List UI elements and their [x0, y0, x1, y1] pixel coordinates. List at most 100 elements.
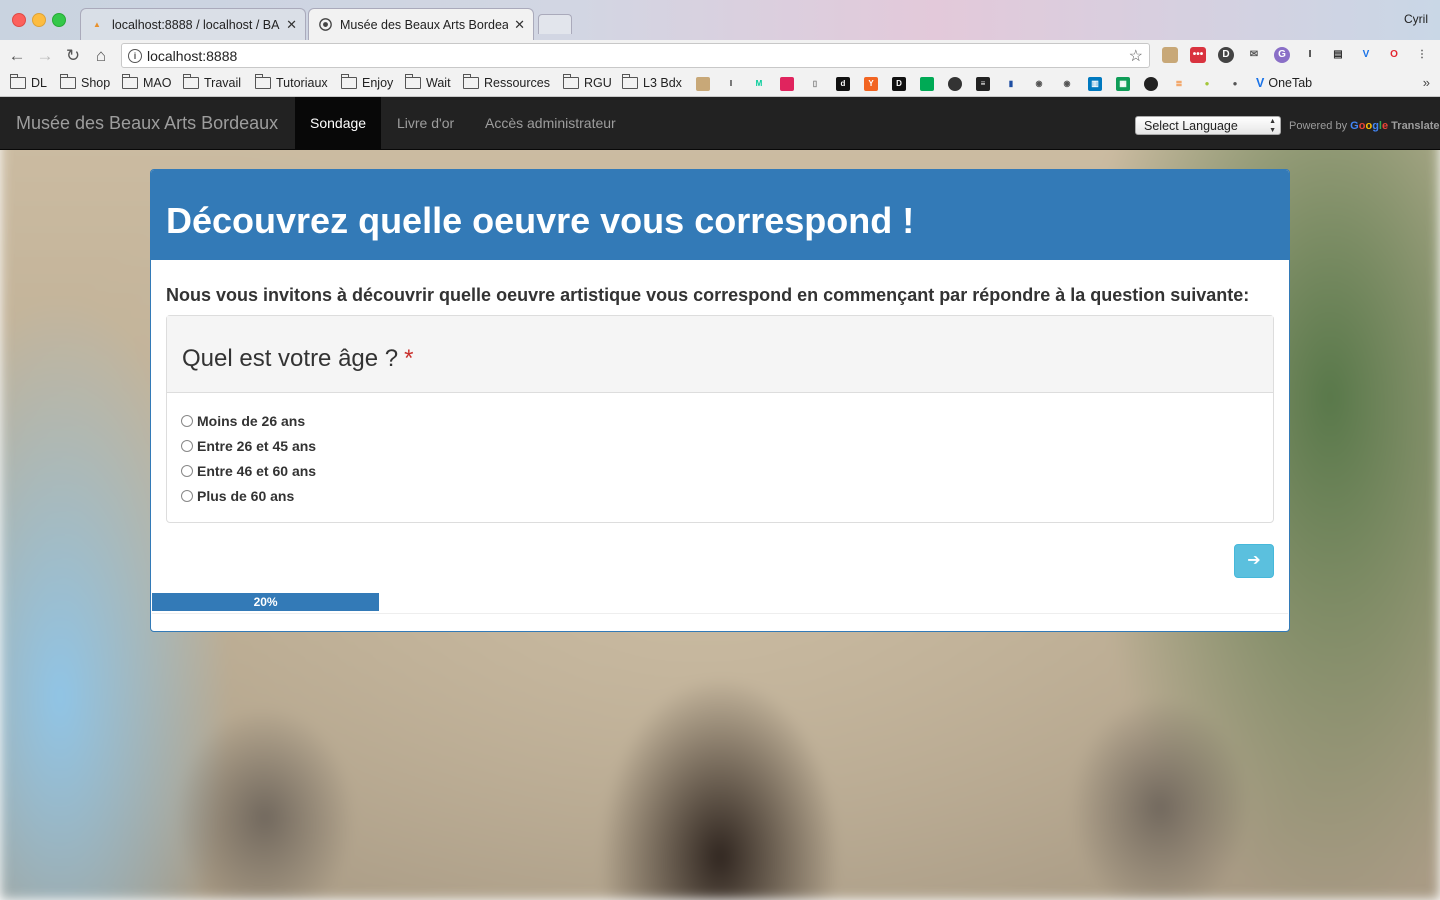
nav-livre-dor[interactable]: Livre d'or — [397, 97, 454, 149]
mail-icon[interactable]: ✉ — [1246, 47, 1262, 63]
bookmarks-overflow-icon[interactable]: » — [1423, 75, 1430, 90]
google-logo: Google — [1350, 120, 1389, 132]
bookmark-trello-icon[interactable]: ▥ — [1088, 77, 1102, 91]
bookmark-label: MAO — [143, 76, 172, 90]
site-brand[interactable]: Musée des Beaux Arts Bordeaux — [16, 113, 278, 134]
radio-button[interactable] — [181, 464, 193, 477]
bookmark-star-icon[interactable]: ☆ — [1129, 46, 1143, 66]
next-button[interactable]: ➔ — [1234, 544, 1274, 578]
maximize-window-button[interactable] — [52, 13, 66, 27]
bookmark-label: Tutoriaux — [276, 76, 328, 90]
bookmark-apple-icon[interactable]: ● — [1228, 77, 1242, 91]
extension-print-icon[interactable]: ▤ — [1330, 47, 1346, 63]
option-label[interactable]: Entre 26 et 45 ans — [197, 438, 316, 454]
required-asterisk: * — [404, 345, 414, 372]
option-label[interactable]: Entre 46 et 60 ans — [197, 463, 316, 479]
close-window-button[interactable] — [12, 13, 26, 27]
extension-profile-icon[interactable]: G — [1274, 47, 1290, 63]
bookmark-folder-l3bdx[interactable]: L3 Bdx — [622, 74, 682, 90]
close-tab-icon[interactable]: ✕ — [514, 17, 525, 33]
extension-v-icon[interactable]: V — [1358, 47, 1374, 63]
option-label[interactable]: Moins de 26 ans — [197, 413, 305, 429]
bookmark-stackoverflow-icon[interactable]: ≣ — [1172, 77, 1186, 91]
folder-icon — [255, 74, 271, 89]
radio-button[interactable] — [181, 414, 193, 427]
bookmark-folder-dl[interactable]: DL — [10, 74, 47, 90]
option-plus-60[interactable]: Plus de 60 ans — [181, 483, 316, 508]
bookmark-folder-travail[interactable]: Travail — [183, 74, 242, 90]
bookmark-label: Shop — [81, 76, 111, 90]
address-bar[interactable]: i localhost:8888 ☆ — [121, 43, 1150, 68]
home-icon[interactable]: ⌂ — [91, 46, 111, 66]
tab-musee[interactable]: Musée des Beaux Arts Bordeaux ✕ — [308, 8, 534, 40]
bookmark-folder-rgu[interactable]: RGU — [563, 74, 612, 90]
progress-label: 20% — [253, 595, 278, 609]
bookmark-circle-icon[interactable] — [948, 77, 962, 91]
bookmark-reddit-icon[interactable]: ◉ — [1032, 77, 1046, 91]
bookmark-i-icon[interactable]: I — [724, 77, 738, 91]
bookmark-red-icon[interactable] — [780, 77, 794, 91]
folder-icon — [341, 74, 357, 89]
close-tab-icon[interactable]: ✕ — [286, 17, 297, 33]
bookmark-label: Wait — [426, 76, 451, 90]
folder-icon — [405, 74, 421, 89]
bookmark-ycombinator-icon[interactable]: Y — [864, 77, 878, 91]
survey-panel-heading: Découvrez quelle oeuvre vous correspond … — [151, 170, 1289, 260]
language-select-value: Select Language — [1144, 119, 1238, 133]
tab-phpmyadmin[interactable]: ▲ localhost:8888 / localhost / BA ✕ — [80, 8, 306, 40]
bookmark-page-icon[interactable]: ▯ — [808, 77, 822, 91]
bookmark-label: DL — [31, 76, 47, 90]
survey-panel: Découvrez quelle oeuvre vous correspond … — [150, 169, 1290, 632]
nav-sondage[interactable]: Sondage — [295, 97, 382, 149]
radio-button[interactable] — [181, 489, 193, 502]
bookmark-sheets-icon[interactable]: ▦ — [1116, 77, 1130, 91]
browser-user-name[interactable]: Cyril — [1404, 12, 1428, 26]
forward-arrow-icon[interactable]: → — [35, 46, 55, 66]
extension-i-icon[interactable]: I — [1302, 47, 1318, 63]
folder-icon — [10, 74, 26, 89]
bookmark-folder-wait[interactable]: Wait — [405, 74, 451, 90]
option-label[interactable]: Plus de 60 ans — [197, 488, 294, 504]
menu-kebab-icon[interactable]: ⋮ — [1414, 47, 1430, 63]
option-46-60[interactable]: Entre 46 et 60 ans — [181, 458, 316, 483]
bookmark-bag-icon[interactable] — [696, 77, 710, 91]
bookmark-label: Travail — [204, 76, 242, 90]
translate-link[interactable]: Translate — [1391, 120, 1439, 132]
language-select[interactable]: Select Language ▲ ▼ — [1135, 116, 1281, 135]
reload-icon[interactable]: ↻ — [63, 46, 83, 66]
extension-bag-icon[interactable] — [1162, 47, 1178, 63]
bookmark-folder-ressources[interactable]: Ressources — [463, 74, 550, 90]
bookmark-reddit-icon-2[interactable]: ◉ — [1060, 77, 1074, 91]
option-moins-26[interactable]: Moins de 26 ans — [181, 408, 316, 433]
bookmark-digg-icon[interactable]: d — [836, 77, 850, 91]
folder-icon — [122, 74, 138, 89]
nav-acces-admin[interactable]: Accès administrateur — [485, 97, 616, 149]
extension-lastpass-icon[interactable]: ••• — [1190, 47, 1206, 63]
bookmark-folder-enjoy[interactable]: Enjoy — [341, 74, 394, 90]
extension-opera-icon[interactable]: O — [1386, 47, 1402, 63]
info-icon[interactable]: i — [128, 49, 142, 63]
folder-icon — [563, 74, 579, 89]
bookmark-github-icon[interactable] — [1144, 77, 1158, 91]
bookmark-folder-tutoriaux[interactable]: Tutoriaux — [255, 74, 328, 90]
new-tab-button[interactable] — [538, 14, 572, 34]
bookmark-folder-shop[interactable]: Shop — [60, 74, 111, 90]
back-arrow-icon[interactable]: ← — [7, 46, 27, 66]
extension-d-icon[interactable]: D — [1218, 47, 1234, 63]
bookmark-label: Enjoy — [362, 76, 394, 90]
minimize-window-button[interactable] — [32, 13, 46, 27]
bookmark-m-icon[interactable]: M — [752, 77, 766, 91]
radio-button[interactable] — [181, 439, 193, 452]
bookmark-layers-icon[interactable]: ≡ — [976, 77, 990, 91]
option-26-45[interactable]: Entre 26 et 45 ans — [181, 433, 316, 458]
url-text[interactable]: localhost:8888 — [147, 48, 237, 64]
bookmark-folder-mao[interactable]: MAO — [122, 74, 172, 90]
bookmark-dev-icon[interactable]: D — [892, 77, 906, 91]
question-text: Quel est votre âge ? — [182, 345, 399, 372]
progress-bar-fill: 20% — [152, 593, 380, 611]
bookmark-android-icon[interactable]: ● — [1200, 77, 1214, 91]
folder-icon — [463, 74, 479, 89]
bookmark-nba-icon[interactable]: ▮ — [1004, 77, 1018, 91]
bookmark-green-icon[interactable] — [920, 77, 934, 91]
bookmark-onetab[interactable]: V OneTab — [1256, 76, 1312, 90]
